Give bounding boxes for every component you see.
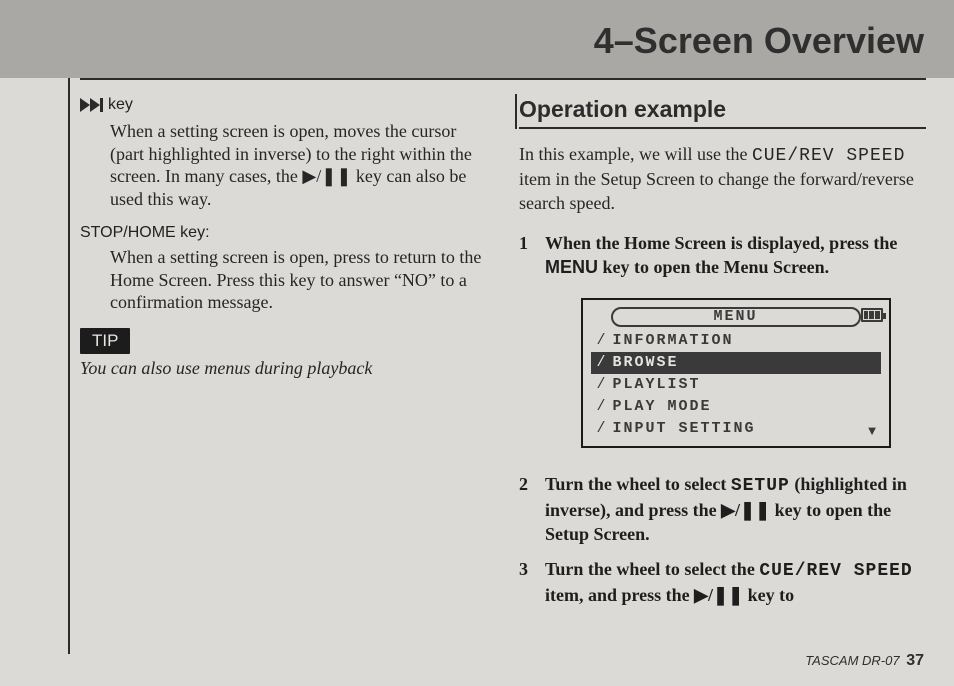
step-1: When the Home Screen is displayed, press… [519, 231, 926, 448]
stop-home-heading: STOP/HOME key: [80, 224, 487, 242]
steps-list: When the Home Screen is displayed, press… [519, 231, 926, 607]
step-2: Turn the wheel to select SETUP (highligh… [519, 472, 926, 547]
battery-icon [861, 308, 883, 322]
menu-item-playlist: /PLAYLIST [591, 374, 881, 396]
tip-badge: TIP [80, 328, 130, 354]
scroll-down-icon: ▼ [866, 422, 879, 440]
tip-text: You can also use menus during playback [80, 358, 487, 379]
menu-item-label: INFORMATION [613, 331, 734, 351]
step1-b: key to open the Menu Screen. [598, 257, 829, 277]
menu-screenshot: MENU /INFORMATION /BROWSE /PLAYLIST /PLA… [581, 298, 891, 448]
footer-page-number: 37 [906, 652, 924, 669]
operation-example-title: Operation example [519, 96, 926, 129]
step3-b: item, and press the ▶/❚❚ key to [545, 585, 794, 605]
menu-item-label: INPUT SETTING [613, 419, 756, 439]
operation-intro: In this example, we will use the CUE/REV… [519, 143, 926, 215]
menu-item-playmode: /PLAY MODE [591, 396, 881, 418]
chapter-title: 4–Screen Overview [80, 20, 924, 62]
menu-item-input: /INPUT SETTING [591, 418, 881, 440]
columns: key When a setting screen is open, moves… [80, 96, 926, 654]
menu-item-label: BROWSE [613, 353, 679, 373]
step1-a: When the Home Screen is displayed, press… [545, 233, 897, 253]
intro-pre: In this example, we will use the [519, 144, 752, 164]
step-3: Turn the wheel to select the CUE/REV SPE… [519, 557, 926, 608]
menu-topbar: MENU [591, 306, 881, 328]
step3-mono: CUE/REV SPEED [759, 561, 912, 581]
intro-mono: CUE/REV SPEED [752, 146, 905, 166]
step2-a: Turn the wheel to select [545, 474, 731, 494]
menu-item-information: /INFORMATION [591, 330, 881, 352]
ffwd-key-heading: key [80, 96, 487, 114]
step3-a: Turn the wheel to select the [545, 559, 759, 579]
header-rule [80, 78, 926, 80]
left-column: key When a setting screen is open, moves… [80, 96, 487, 654]
intro-post: item in the Setup Screen to change the f… [519, 169, 914, 212]
ffwd-key-body: When a setting screen is open, moves the… [110, 120, 487, 210]
step1-menu-key: MENU [545, 257, 598, 277]
step2-mono: SETUP [731, 476, 790, 496]
menu-title: MENU [611, 307, 861, 327]
stop-home-body: When a setting screen is open, press to … [110, 246, 487, 314]
footer-model: TASCAM DR-07 [805, 653, 899, 668]
side-rule [68, 78, 70, 654]
page-footer: TASCAM DR-07 37 [805, 652, 924, 670]
menu-item-label: PLAY MODE [613, 397, 712, 417]
next-track-icon [80, 98, 106, 112]
right-column: Operation example In this example, we wi… [519, 96, 926, 654]
menu-item-browse: /BROWSE [591, 352, 881, 374]
menu-item-label: PLAYLIST [613, 375, 701, 395]
ffwd-key-label: key [108, 96, 133, 114]
manual-page: 4–Screen Overview key When a setting scr… [0, 0, 954, 686]
